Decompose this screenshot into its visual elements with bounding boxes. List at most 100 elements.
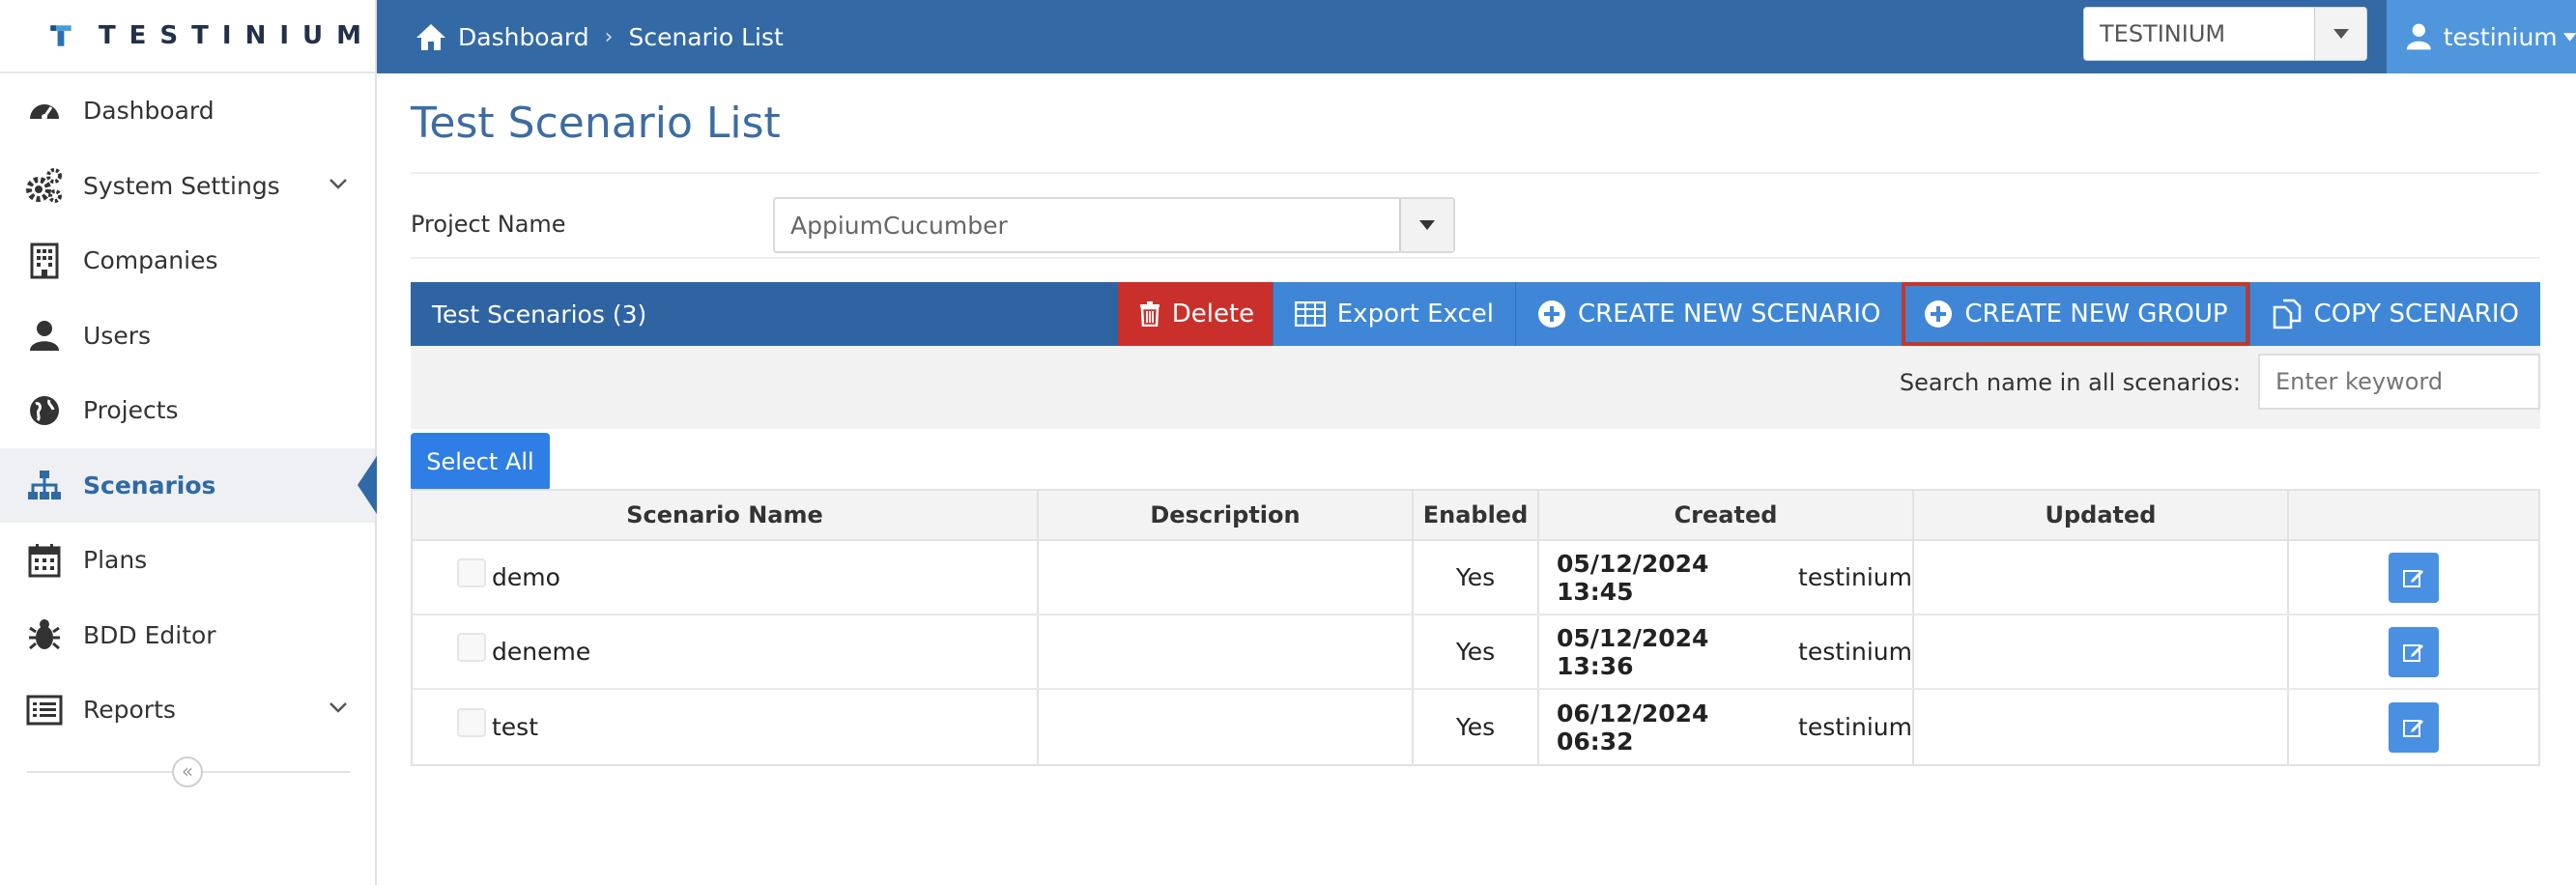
scenario-name[interactable]: deneme (492, 638, 590, 666)
sitemap-icon (25, 466, 64, 504)
created-date: 05/12/2024 13:45 (1557, 549, 1709, 606)
row-checkbox[interactable] (457, 632, 486, 662)
cell-actions (2289, 690, 2538, 764)
sidebar-collapse: « (27, 757, 350, 787)
sidebar: TESTINIUM Dashboard System Settings Comp… (0, 0, 377, 885)
sidebar-item-label: Users (83, 321, 152, 350)
copy-scenario-button[interactable]: COPY SCENARIO (2248, 282, 2540, 346)
user-menu[interactable]: testinium (2387, 0, 2576, 73)
globe-icon (25, 391, 64, 430)
column-header-updated[interactable]: Updated (1914, 491, 2289, 539)
cell-description (1039, 690, 1414, 764)
plus-circle-icon (1924, 300, 1953, 328)
scenario-name[interactable]: test (492, 713, 538, 741)
sidebar-item-plans[interactable]: Plans (0, 523, 375, 598)
sidebar-item-projects[interactable]: Projects (0, 373, 375, 448)
caret-down-icon (2562, 32, 2576, 42)
table-icon (1294, 301, 1326, 327)
sidebar-item-users[interactable]: Users (0, 299, 375, 374)
cell-scenario-name: deneme (413, 615, 1039, 688)
testinium-logo-icon (50, 25, 72, 46)
copy-scenario-label: COPY SCENARIO (2313, 300, 2519, 328)
sidebar-item-label: Scenarios (83, 471, 216, 500)
sidebar-item-bdd-editor[interactable]: BDD Editor (0, 598, 375, 673)
cell-enabled: Yes (1414, 690, 1539, 764)
trash-icon (1139, 301, 1160, 327)
chevron-down-icon (329, 178, 347, 189)
sidebar-item-label: BDD Editor (83, 620, 216, 649)
edit-button[interactable] (2389, 626, 2439, 677)
cell-updated (1914, 615, 2289, 688)
cell-description (1039, 541, 1414, 614)
delete-button[interactable]: Delete (1117, 282, 1273, 346)
export-excel-button[interactable]: Export Excel (1272, 282, 1515, 346)
gears-icon (25, 166, 64, 205)
cell-created: 06/12/2024 06:32 testinium (1539, 690, 1914, 764)
create-new-scenario-button[interactable]: CREATE NEW SCENARIO (1515, 282, 1903, 346)
breadcrumb-separator: › (604, 24, 614, 49)
created-by: testinium (1798, 563, 1912, 591)
search-input[interactable] (2258, 354, 2540, 410)
project-name-select[interactable]: AppiumCucumber (773, 197, 1455, 253)
calendar-icon (25, 541, 64, 580)
user-icon (25, 316, 64, 355)
brand-logo[interactable]: TESTINIUM (0, 0, 375, 73)
table-header: Scenario Name Description Enabled Create… (413, 491, 2538, 541)
cell-updated (1914, 690, 2289, 764)
edit-icon (2403, 719, 2423, 737)
sidebar-item-dashboard[interactable]: Dashboard (0, 73, 375, 149)
create-new-group-button[interactable]: CREATE NEW GROUP (1902, 282, 2249, 346)
select-all-button[interactable]: Select All (411, 433, 550, 491)
sidebar-item-companies[interactable]: Companies (0, 223, 375, 299)
column-header-scenario-name[interactable]: Scenario Name (413, 491, 1039, 539)
list-icon (25, 691, 64, 729)
cell-enabled: Yes (1414, 541, 1539, 614)
column-header-created[interactable]: Created (1539, 491, 1914, 539)
cell-description (1039, 615, 1414, 688)
column-header-description[interactable]: Description (1039, 491, 1414, 539)
breadcrumb-home-link[interactable]: Dashboard (458, 23, 589, 51)
brand-name: TESTINIUM (98, 21, 375, 50)
search-bar: Search name in all scenarios: (411, 346, 2540, 429)
scenario-name[interactable]: demo (492, 563, 560, 591)
project-name-label: Project Name (411, 211, 566, 238)
cell-actions (2289, 615, 2538, 688)
project-selector[interactable]: TESTINIUM (2083, 7, 2367, 61)
sidebar-item-reports[interactable]: Reports (0, 672, 375, 748)
row-checkbox[interactable] (457, 557, 486, 587)
cell-scenario-name: demo (413, 541, 1039, 614)
project-name-row: Project Name AppiumCucumber (411, 191, 2540, 259)
breadcrumb: Dashboard › Scenario List (415, 0, 784, 73)
sidebar-item-label: Reports (83, 696, 176, 725)
create-new-scenario-label: CREATE NEW SCENARIO (1578, 300, 1881, 328)
export-excel-label: Export Excel (1336, 300, 1494, 328)
caret-down-icon[interactable] (1399, 199, 1453, 251)
edit-button[interactable] (2389, 552, 2439, 603)
caret-down-icon[interactable] (2314, 8, 2366, 60)
chevron-down-icon (329, 702, 347, 713)
table-row: demo Yes 05/12/2024 13:45 testinium (413, 541, 2538, 615)
sidebar-item-scenarios[interactable]: Scenarios (0, 447, 377, 523)
scenarios-panel-header: Test Scenarios (3) Delete Export Excel C… (411, 282, 2540, 346)
table-row: deneme Yes 05/12/2024 13:36 testinium (413, 615, 2538, 690)
sidebar-item-label: Companies (83, 246, 218, 275)
edit-button[interactable] (2389, 701, 2439, 753)
topbar: Dashboard › Scenario List TESTINIUM test… (377, 0, 2576, 73)
dashboard-icon (25, 92, 64, 130)
sidebar-item-label: Projects (83, 396, 179, 425)
column-header-enabled[interactable]: Enabled (1414, 491, 1539, 539)
sidebar-item-system-settings[interactable]: System Settings (0, 149, 375, 224)
project-selector-value: TESTINIUM (2100, 20, 2226, 47)
created-by: testinium (1798, 713, 1912, 741)
home-icon[interactable] (415, 22, 446, 51)
row-checkbox[interactable] (457, 707, 486, 737)
collapse-sidebar-button[interactable]: « (172, 757, 203, 787)
column-header-actions (2289, 491, 2538, 539)
created-date: 06/12/2024 06:32 (1557, 699, 1709, 756)
sidebar-item-label: System Settings (83, 171, 280, 200)
cell-created: 05/12/2024 13:36 testinium (1539, 615, 1914, 688)
created-by: testinium (1798, 638, 1912, 666)
panel-title: Test Scenarios (3) (432, 300, 647, 328)
plus-circle-icon (1537, 300, 1566, 328)
edit-icon (2403, 643, 2423, 662)
